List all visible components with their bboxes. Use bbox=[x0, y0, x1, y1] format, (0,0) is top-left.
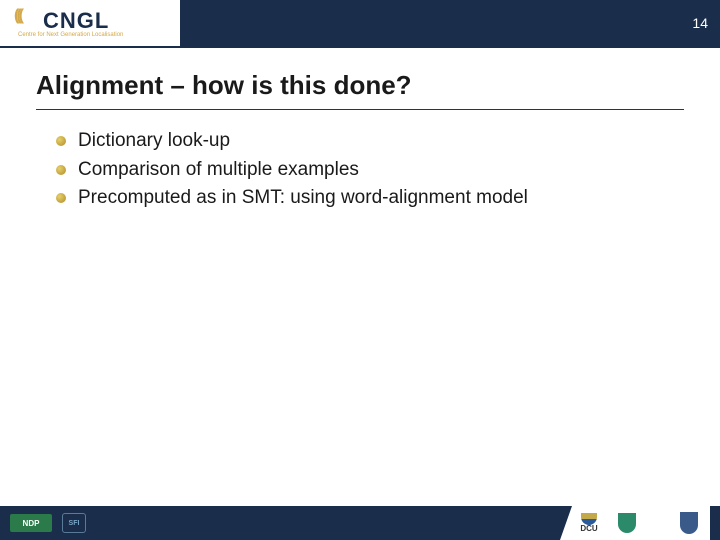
bullet-list: Dictionary look-up Comparison of multipl… bbox=[36, 128, 684, 212]
slide-content: Alignment – how is this done? Dictionary… bbox=[0, 48, 720, 236]
list-item: Precomputed as in SMT: using word-alignm… bbox=[56, 185, 684, 212]
list-item: Comparison of multiple examples bbox=[56, 157, 684, 184]
brand-subtitle: Centre for Next Generation Localisation bbox=[18, 32, 180, 38]
brand-name: CNGL bbox=[43, 8, 109, 34]
ndp-logo-icon: NDP bbox=[10, 514, 52, 532]
footer-right-logos: DCU bbox=[560, 506, 710, 540]
footer-left-logos: NDP SFI bbox=[10, 513, 86, 533]
list-item: Dictionary look-up bbox=[56, 128, 684, 155]
header-bar: CNGL Centre for Next Generation Localisa… bbox=[0, 0, 720, 48]
footer-bar: NDP SFI DCU bbox=[0, 506, 720, 540]
tcd-logo-icon bbox=[680, 512, 698, 534]
header-dark-strip: 14 bbox=[180, 0, 720, 46]
brand-logo: CNGL Centre for Next Generation Localisa… bbox=[0, 0, 180, 46]
sfi-logo-icon: SFI bbox=[62, 513, 86, 533]
grid-logo-icon bbox=[648, 513, 668, 533]
dcu-logo-icon: DCU bbox=[572, 511, 606, 535]
wave-icon bbox=[16, 11, 40, 31]
ucd-logo-icon bbox=[618, 513, 636, 533]
slide-title: Alignment – how is this done? bbox=[36, 70, 684, 110]
brand-logo-text: CNGL bbox=[16, 8, 180, 34]
page-number: 14 bbox=[692, 15, 708, 31]
